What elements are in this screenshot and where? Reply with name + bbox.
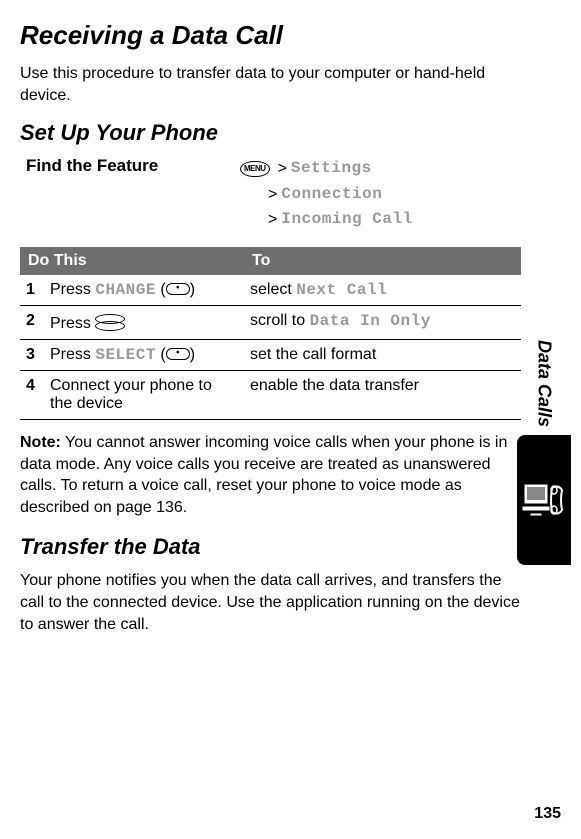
step-result: select Next Call bbox=[244, 275, 521, 306]
step-number: 2 bbox=[20, 305, 44, 339]
chevron-icon: > bbox=[278, 156, 287, 182]
right-softkey-icon bbox=[166, 348, 190, 360]
menu-connection: Connection bbox=[281, 182, 382, 208]
col-to: To bbox=[244, 247, 521, 275]
table-row: 3 Press SELECT () set the call format bbox=[20, 339, 521, 370]
transfer-heading: Transfer the Data bbox=[20, 534, 521, 560]
text: ) bbox=[190, 281, 195, 298]
menu-key-icon: MENU bbox=[240, 161, 270, 178]
table-row: 1 Press CHANGE () select Next Call bbox=[20, 275, 521, 306]
text: Press bbox=[50, 315, 95, 332]
col-do-this: Do This bbox=[20, 247, 244, 275]
step-action: Press bbox=[44, 305, 244, 339]
note-label: Note: bbox=[20, 434, 61, 451]
chevron-icon: > bbox=[268, 182, 277, 208]
menu-path: MENU > Settings > Connection > Incoming … bbox=[240, 156, 413, 233]
chapter-label: Data Calls bbox=[534, 340, 555, 427]
find-feature-block: Find the Feature MENU > Settings > Conne… bbox=[20, 156, 521, 233]
step-result: enable the data transfer bbox=[244, 370, 521, 419]
step-number: 3 bbox=[20, 339, 44, 370]
page-title: Receiving a Data Call bbox=[20, 20, 521, 51]
steps-table: Do This To 1 Press CHANGE () select Next… bbox=[20, 247, 521, 420]
text: Press bbox=[50, 281, 95, 298]
find-feature-label: Find the Feature bbox=[20, 156, 240, 176]
step-number: 4 bbox=[20, 370, 44, 419]
table-row: 2 Press scroll to Data In Only bbox=[20, 305, 521, 339]
page-number: 135 bbox=[534, 805, 561, 823]
option-data-in-only: Data In Only bbox=[310, 312, 431, 330]
chevron-icon: > bbox=[268, 207, 277, 233]
note-paragraph: Note: You cannot answer incoming voice c… bbox=[20, 432, 521, 518]
step-action: Connect your phone to the device bbox=[44, 370, 244, 419]
computer-phone-icon bbox=[522, 480, 566, 520]
text: Press bbox=[50, 346, 95, 363]
text: ( bbox=[156, 346, 166, 363]
softkey-change: CHANGE bbox=[95, 281, 156, 299]
nav-key-icon bbox=[95, 314, 123, 330]
table-row: 4 Connect your phone to the device enabl… bbox=[20, 370, 521, 419]
intro-text: Use this procedure to transfer data to y… bbox=[20, 63, 521, 106]
step-number: 1 bbox=[20, 275, 44, 306]
menu-settings: Settings bbox=[291, 156, 372, 182]
step-result: scroll to Data In Only bbox=[244, 305, 521, 339]
step-result: set the call format bbox=[244, 339, 521, 370]
text: scroll to bbox=[250, 312, 310, 329]
right-softkey-icon bbox=[166, 283, 190, 295]
text: ) bbox=[190, 346, 195, 363]
side-tab: Data Calls bbox=[517, 340, 571, 565]
setup-heading: Set Up Your Phone bbox=[20, 120, 521, 146]
menu-incoming: Incoming Call bbox=[281, 207, 412, 233]
text: select bbox=[250, 281, 296, 298]
softkey-select: SELECT bbox=[95, 346, 156, 364]
note-body: You cannot answer incoming voice calls w… bbox=[20, 434, 507, 516]
chapter-icon-box bbox=[517, 435, 571, 565]
transfer-body: Your phone notifies you when the data ca… bbox=[20, 570, 521, 635]
text: ( bbox=[156, 281, 166, 298]
step-action: Press SELECT () bbox=[44, 339, 244, 370]
step-action: Press CHANGE () bbox=[44, 275, 244, 306]
option-next-call: Next Call bbox=[296, 281, 387, 299]
